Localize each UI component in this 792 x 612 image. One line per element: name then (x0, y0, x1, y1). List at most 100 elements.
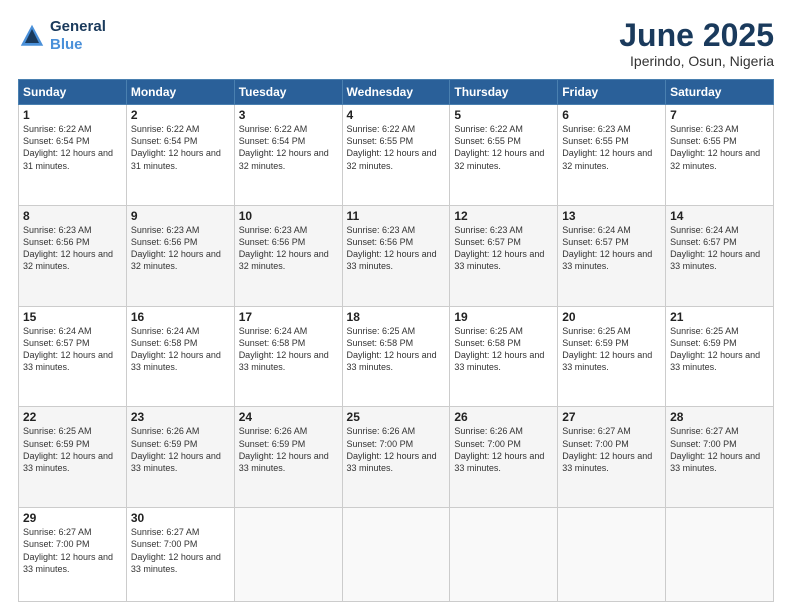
day-number: 3 (239, 108, 338, 122)
day-number: 6 (562, 108, 661, 122)
day-number: 14 (670, 209, 769, 223)
sunset-label: Sunset: 6:55 PM (670, 136, 737, 146)
daylight-label: Daylight: 12 hours and 32 minutes. (562, 148, 652, 170)
day-info: Sunrise: 6:25 AM Sunset: 6:58 PM Dayligh… (454, 325, 553, 374)
day-number: 29 (23, 511, 122, 525)
calendar-day-cell: 3 Sunrise: 6:22 AM Sunset: 6:54 PM Dayli… (234, 105, 342, 206)
sunset-label: Sunset: 6:59 PM (239, 439, 306, 449)
day-info: Sunrise: 6:24 AM Sunset: 6:57 PM Dayligh… (562, 224, 661, 273)
sunrise-label: Sunrise: 6:22 AM (23, 124, 92, 134)
sunset-label: Sunset: 6:55 PM (454, 136, 521, 146)
calendar-week-row: 29 Sunrise: 6:27 AM Sunset: 7:00 PM Dayl… (19, 508, 774, 602)
day-info: Sunrise: 6:26 AM Sunset: 6:59 PM Dayligh… (239, 425, 338, 474)
day-number: 16 (131, 310, 230, 324)
calendar-weekday-header: Wednesday (342, 80, 450, 105)
sunset-label: Sunset: 7:00 PM (131, 539, 198, 549)
daylight-label: Daylight: 12 hours and 33 minutes. (131, 350, 221, 372)
sunset-label: Sunset: 6:59 PM (562, 338, 629, 348)
sunset-label: Sunset: 6:58 PM (131, 338, 198, 348)
calendar-table: SundayMondayTuesdayWednesdayThursdayFrid… (18, 79, 774, 602)
day-info: Sunrise: 6:27 AM Sunset: 7:00 PM Dayligh… (562, 425, 661, 474)
day-number: 12 (454, 209, 553, 223)
calendar-day-cell: 10 Sunrise: 6:23 AM Sunset: 6:56 PM Dayl… (234, 205, 342, 306)
day-number: 22 (23, 410, 122, 424)
sunrise-label: Sunrise: 6:27 AM (131, 527, 200, 537)
daylight-label: Daylight: 12 hours and 32 minutes. (239, 249, 329, 271)
day-info: Sunrise: 6:22 AM Sunset: 6:54 PM Dayligh… (131, 123, 230, 172)
calendar-day-cell: 2 Sunrise: 6:22 AM Sunset: 6:54 PM Dayli… (126, 105, 234, 206)
sunrise-label: Sunrise: 6:25 AM (454, 326, 523, 336)
calendar-day-cell: 23 Sunrise: 6:26 AM Sunset: 6:59 PM Dayl… (126, 407, 234, 508)
title-area: June 2025 Iperindo, Osun, Nigeria (619, 18, 774, 69)
sunrise-label: Sunrise: 6:23 AM (131, 225, 200, 235)
calendar-day-cell (666, 508, 774, 602)
day-number: 25 (347, 410, 446, 424)
calendar-day-cell: 1 Sunrise: 6:22 AM Sunset: 6:54 PM Dayli… (19, 105, 127, 206)
daylight-label: Daylight: 12 hours and 33 minutes. (454, 451, 544, 473)
logo: General Blue (18, 18, 106, 54)
day-number: 18 (347, 310, 446, 324)
day-info: Sunrise: 6:27 AM Sunset: 7:00 PM Dayligh… (131, 526, 230, 575)
sunset-label: Sunset: 6:56 PM (239, 237, 306, 247)
calendar-weekday-header: Monday (126, 80, 234, 105)
sunrise-label: Sunrise: 6:26 AM (454, 426, 523, 436)
day-info: Sunrise: 6:25 AM Sunset: 6:59 PM Dayligh… (670, 325, 769, 374)
daylight-label: Daylight: 12 hours and 32 minutes. (23, 249, 113, 271)
sunset-label: Sunset: 6:59 PM (670, 338, 737, 348)
sunrise-label: Sunrise: 6:23 AM (23, 225, 92, 235)
calendar-day-cell: 14 Sunrise: 6:24 AM Sunset: 6:57 PM Dayl… (666, 205, 774, 306)
sunset-label: Sunset: 7:00 PM (562, 439, 629, 449)
sunrise-label: Sunrise: 6:22 AM (131, 124, 200, 134)
sunrise-label: Sunrise: 6:24 AM (239, 326, 308, 336)
sunset-label: Sunset: 6:54 PM (239, 136, 306, 146)
day-number: 24 (239, 410, 338, 424)
day-number: 30 (131, 511, 230, 525)
daylight-label: Daylight: 12 hours and 33 minutes. (347, 249, 437, 271)
sunrise-label: Sunrise: 6:23 AM (562, 124, 631, 134)
sunset-label: Sunset: 6:57 PM (454, 237, 521, 247)
day-info: Sunrise: 6:23 AM Sunset: 6:56 PM Dayligh… (23, 224, 122, 273)
sunrise-label: Sunrise: 6:27 AM (562, 426, 631, 436)
day-info: Sunrise: 6:23 AM Sunset: 6:57 PM Dayligh… (454, 224, 553, 273)
sunset-label: Sunset: 6:57 PM (562, 237, 629, 247)
calendar-weekday-header: Thursday (450, 80, 558, 105)
month-title: June 2025 (619, 18, 774, 53)
daylight-label: Daylight: 12 hours and 33 minutes. (347, 451, 437, 473)
page: General Blue June 2025 Iperindo, Osun, N… (0, 0, 792, 612)
calendar-day-cell: 26 Sunrise: 6:26 AM Sunset: 7:00 PM Dayl… (450, 407, 558, 508)
day-info: Sunrise: 6:27 AM Sunset: 7:00 PM Dayligh… (670, 425, 769, 474)
header: General Blue June 2025 Iperindo, Osun, N… (18, 18, 774, 69)
sunrise-label: Sunrise: 6:23 AM (670, 124, 739, 134)
sunset-label: Sunset: 6:57 PM (23, 338, 90, 348)
calendar-weekday-header: Tuesday (234, 80, 342, 105)
sunrise-label: Sunrise: 6:22 AM (239, 124, 308, 134)
sunset-label: Sunset: 6:58 PM (239, 338, 306, 348)
daylight-label: Daylight: 12 hours and 32 minutes. (347, 148, 437, 170)
sunset-label: Sunset: 6:55 PM (562, 136, 629, 146)
sunrise-label: Sunrise: 6:24 AM (131, 326, 200, 336)
daylight-label: Daylight: 12 hours and 33 minutes. (239, 451, 329, 473)
day-info: Sunrise: 6:24 AM Sunset: 6:58 PM Dayligh… (239, 325, 338, 374)
calendar-day-cell: 28 Sunrise: 6:27 AM Sunset: 7:00 PM Dayl… (666, 407, 774, 508)
calendar-day-cell: 27 Sunrise: 6:27 AM Sunset: 7:00 PM Dayl… (558, 407, 666, 508)
sunset-label: Sunset: 6:56 PM (347, 237, 414, 247)
calendar-day-cell: 20 Sunrise: 6:25 AM Sunset: 6:59 PM Dayl… (558, 306, 666, 407)
calendar-day-cell: 4 Sunrise: 6:22 AM Sunset: 6:55 PM Dayli… (342, 105, 450, 206)
day-info: Sunrise: 6:22 AM Sunset: 6:54 PM Dayligh… (23, 123, 122, 172)
sunrise-label: Sunrise: 6:25 AM (670, 326, 739, 336)
day-number: 11 (347, 209, 446, 223)
sunrise-label: Sunrise: 6:22 AM (347, 124, 416, 134)
daylight-label: Daylight: 12 hours and 33 minutes. (454, 350, 544, 372)
daylight-label: Daylight: 12 hours and 33 minutes. (347, 350, 437, 372)
daylight-label: Daylight: 12 hours and 33 minutes. (670, 249, 760, 271)
daylight-label: Daylight: 12 hours and 32 minutes. (670, 148, 760, 170)
daylight-label: Daylight: 12 hours and 33 minutes. (131, 451, 221, 473)
daylight-label: Daylight: 12 hours and 33 minutes. (239, 350, 329, 372)
calendar-day-cell: 24 Sunrise: 6:26 AM Sunset: 6:59 PM Dayl… (234, 407, 342, 508)
day-number: 2 (131, 108, 230, 122)
sunrise-label: Sunrise: 6:26 AM (239, 426, 308, 436)
calendar-day-cell: 15 Sunrise: 6:24 AM Sunset: 6:57 PM Dayl… (19, 306, 127, 407)
calendar-week-row: 15 Sunrise: 6:24 AM Sunset: 6:57 PM Dayl… (19, 306, 774, 407)
sunset-label: Sunset: 7:00 PM (23, 539, 90, 549)
day-info: Sunrise: 6:27 AM Sunset: 7:00 PM Dayligh… (23, 526, 122, 575)
